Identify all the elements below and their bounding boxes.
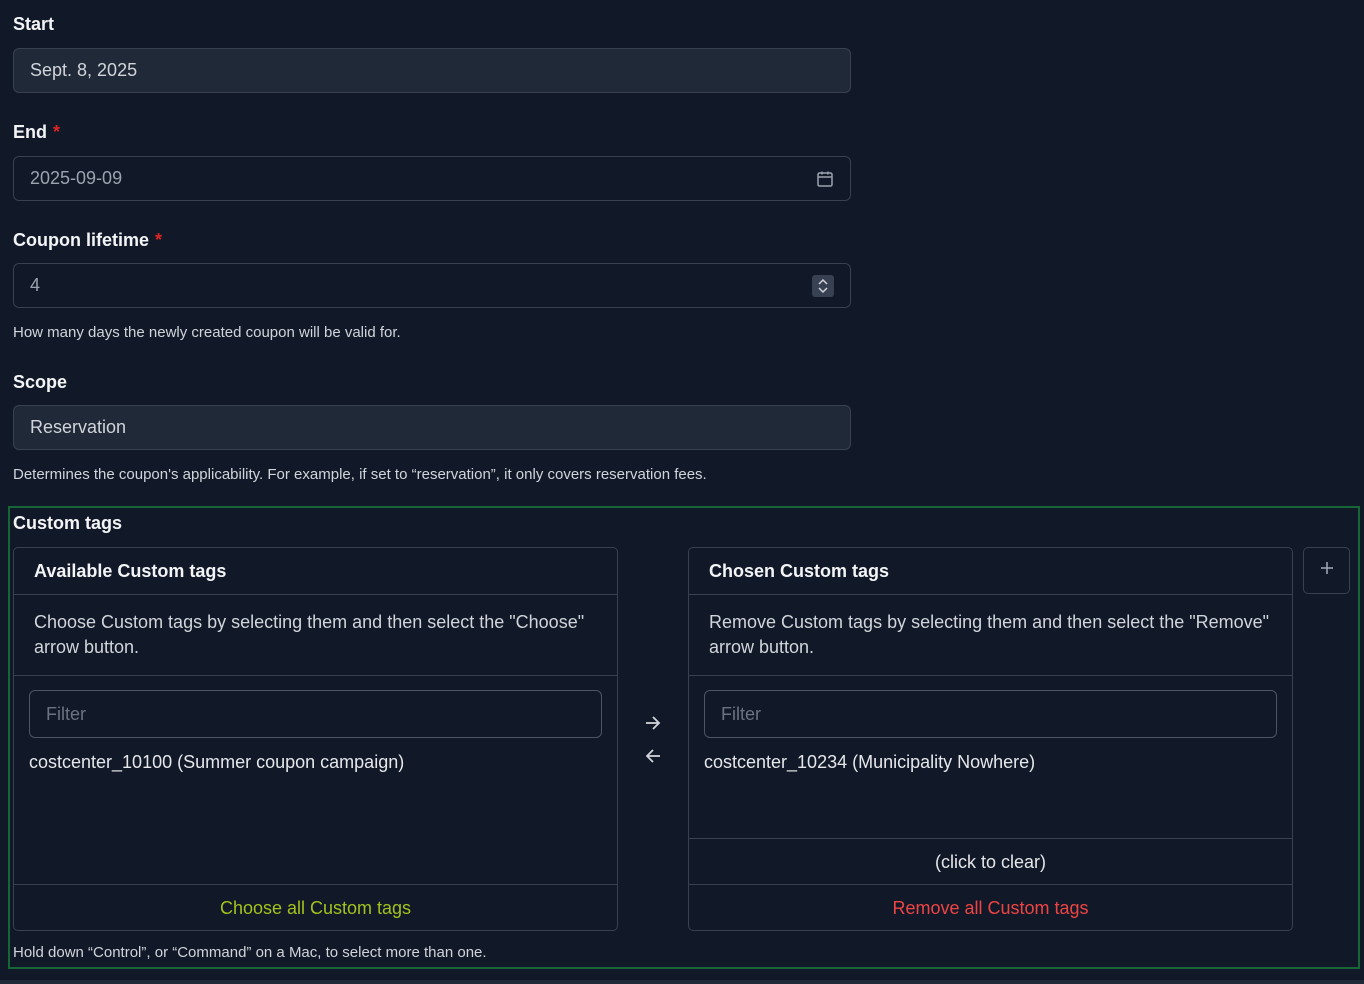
chosen-tags-description: Remove Custom tags by selecting them and… — [689, 595, 1292, 676]
end-date-input[interactable]: 2025-09-09 — [13, 156, 851, 201]
end-label-text: End — [13, 122, 47, 142]
coupon-lifetime-value: 4 — [30, 275, 41, 295]
custom-tags-help: Hold down “Control”, or “Command” on a M… — [13, 944, 487, 961]
chosen-tag-option[interactable]: costcenter_10234 (Municipality Nowhere) — [704, 752, 1035, 773]
start-value-field: Sept. 8, 2025 — [13, 48, 851, 93]
available-tag-option[interactable]: costcenter_10100 (Summer coupon campaign… — [29, 752, 404, 773]
start-label: Start — [13, 14, 54, 35]
start-label-text: Start — [13, 14, 55, 34]
available-tags-description: Choose Custom tags by selecting them and… — [14, 595, 617, 676]
calendar-icon[interactable] — [816, 170, 834, 188]
chosen-tags-title: Chosen Custom tags — [689, 548, 1292, 595]
scope-value: Reservation — [30, 417, 127, 437]
divider — [0, 980, 1364, 984]
coupon-lifetime-input[interactable]: 4 — [13, 263, 851, 308]
coupon-lifetime-label-text: Coupon lifetime — [13, 230, 149, 250]
chosen-tags-filter-input[interactable] — [704, 690, 1277, 738]
remove-all-tags-link[interactable]: Remove all Custom tags — [689, 884, 1292, 930]
scope-help: Determines the coupon's applicability. F… — [13, 466, 707, 483]
available-tags-panel: Available Custom tags Choose Custom tags… — [13, 547, 618, 931]
end-date-value: 2025-09-09 — [30, 168, 123, 188]
start-value: Sept. 8, 2025 — [30, 60, 138, 80]
scope-label-text: Scope — [13, 372, 68, 392]
add-custom-tag-button[interactable] — [1303, 547, 1350, 594]
coupon-lifetime-required-mark: * — [155, 230, 163, 250]
available-tags-title: Available Custom tags — [14, 548, 617, 595]
custom-tags-label: Custom tags — [13, 513, 123, 533]
scope-label: Scope — [13, 372, 67, 393]
coupon-lifetime-help: How many days the newly created coupon w… — [13, 324, 401, 341]
scope-value-field: Reservation — [13, 405, 851, 450]
choose-all-tags-link[interactable]: Choose all Custom tags — [14, 884, 617, 930]
end-label: End * — [13, 122, 60, 143]
chosen-tags-panel: Chosen Custom tags Remove Custom tags by… — [688, 547, 1293, 931]
end-required-mark: * — [53, 122, 61, 142]
number-stepper-icon[interactable] — [812, 274, 834, 297]
choose-arrow-icon[interactable] — [643, 713, 663, 733]
coupon-lifetime-label: Coupon lifetime * — [13, 230, 162, 251]
remove-arrow-icon[interactable] — [643, 746, 663, 766]
coupon-form: Start Sept. 8, 2025 End * 2025-09-09 Coup… — [0, 0, 1364, 984]
available-tags-filter-input[interactable] — [29, 690, 602, 738]
clear-selection-link[interactable]: (click to clear) — [689, 838, 1292, 885]
plus-icon — [1319, 560, 1335, 581]
